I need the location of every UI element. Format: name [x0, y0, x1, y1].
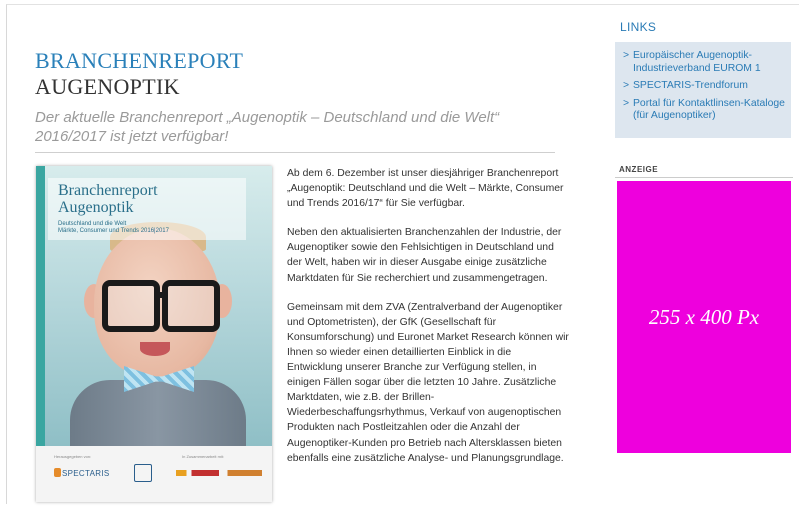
report-cover-image[interactable]: Branchenreport Augenoptik Deutschland un…	[36, 166, 272, 502]
article-paragraph: Neben den aktualisierten Branchenzahlen …	[287, 227, 562, 284]
cover-shirt	[70, 380, 246, 450]
article-paragraph: Gemeinsam mit dem ZVA (Zentralverband de…	[287, 301, 569, 464]
ad-label: ANZEIGE	[619, 165, 659, 174]
chevron-right-icon: >	[623, 97, 630, 109]
link-label: Portal für Kontaktlinsen-Kataloge (für A…	[633, 97, 785, 122]
cover-publisher-logo: SPECTARIS	[62, 469, 110, 478]
article-paragraph: Ab dem 6. Dezember ist unser diesjährige…	[287, 168, 564, 210]
partner-logos-icon	[176, 470, 262, 476]
ad-banner[interactable]: 255 x 400 Px	[617, 181, 791, 453]
spectaris-logo-icon	[54, 468, 61, 477]
link-label: Europäischer Augenoptik-Industrieverband…	[633, 50, 761, 74]
link-eurom1[interactable]: > Europäischer Augenoptik-Industrieverban…	[623, 50, 785, 75]
article-body: Ab dem 6. Dezember ist unser diesjährige…	[287, 166, 569, 480]
cover-mouth	[140, 342, 170, 356]
ad-divider	[615, 177, 793, 178]
link-kontaktlinsen-portal[interactable]: > Portal für Kontaktlinsen-Kataloge (für …	[623, 98, 785, 123]
links-heading: LINKS	[620, 20, 657, 34]
page-title-line1: BRANCHENREPORT	[35, 48, 244, 73]
link-label: SPECTARIS-Trendforum	[633, 80, 748, 92]
cover-glasses-left	[102, 280, 160, 332]
chevron-right-icon: >	[623, 50, 630, 61]
links-box: > Europäischer Augenoptik-Industrieverban…	[615, 42, 791, 138]
link-spectaris-trendforum[interactable]: > SPECTARIS-Trendforum	[623, 80, 785, 93]
cover-subtitle-line1: Deutschland und die Welt	[58, 221, 127, 227]
ad-placeholder-text: 255 x 400 Px	[648, 304, 760, 329]
page-title-line2: AUGENOPTIK	[35, 74, 180, 99]
title-divider	[35, 152, 555, 153]
cover-glasses-bridge	[154, 292, 166, 298]
cover-accent-stripe	[36, 166, 45, 446]
article-subtitle: Der aktuelle Branchenreport „Augenoptik …	[35, 109, 500, 145]
cover-glasses-right	[162, 280, 220, 332]
cover-subtitle-line2: Märkte, Consumer und Trends 2016|2017	[58, 228, 169, 234]
cover-cooperation-label: In Zusammenarbeit mit:	[182, 454, 225, 459]
chevron-right-icon: >	[623, 80, 630, 92]
zva-logo-icon	[134, 464, 152, 482]
cover-publisher-label: Herausgegeben von:	[54, 454, 92, 459]
cover-title-line2: Augenoptik	[58, 199, 134, 216]
cover-title-line1: Branchenreport	[58, 182, 158, 199]
